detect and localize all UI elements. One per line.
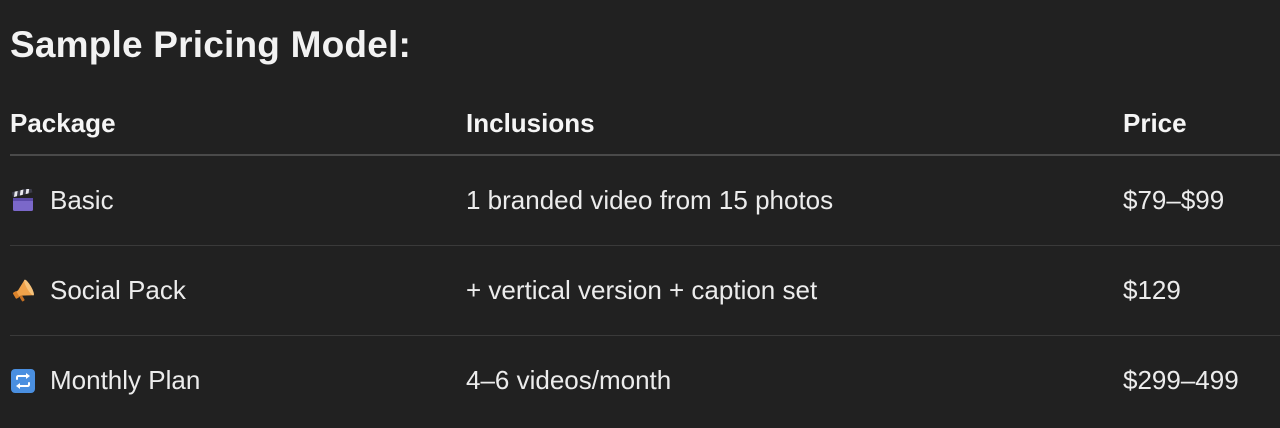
inclusions-cell: + vertical version + caption set (466, 275, 818, 305)
column-header-inclusions: Inclusions (466, 107, 595, 138)
inclusions-cell: 1 branded video from 15 photos (466, 185, 834, 215)
column-header-price: Price (1123, 107, 1187, 138)
repeat-icon (10, 368, 36, 394)
package-cell: Social Pack (10, 246, 186, 335)
package-cell: Monthly Plan (10, 336, 200, 425)
package-name: Basic (50, 185, 114, 215)
price-cell: $79–$99 (1123, 185, 1225, 215)
table-row: Basic 1 branded video from 15 photos $79… (10, 156, 1280, 246)
table-header-row: Package Inclusions Price (10, 92, 1280, 156)
inclusions-cell: 4–6 videos/month (466, 365, 672, 395)
price-cell: $129 (1123, 275, 1181, 305)
package-name: Monthly Plan (50, 365, 201, 395)
package-cell: Basic (10, 156, 114, 245)
column-header-package: Package (10, 107, 116, 138)
package-name: Social Pack (50, 275, 186, 305)
price-cell: $299–499 (1123, 365, 1239, 395)
table-row: Monthly Plan 4–6 videos/month $299–499 (10, 336, 1280, 425)
pricing-table: Package Inclusions Price Basic 1 branded… (10, 92, 1280, 425)
megaphone-icon (10, 278, 36, 304)
clapper-board-icon (10, 188, 36, 214)
table-row: Social Pack + vertical version + caption… (10, 246, 1280, 336)
page-title: Sample Pricing Model: (10, 24, 411, 65)
